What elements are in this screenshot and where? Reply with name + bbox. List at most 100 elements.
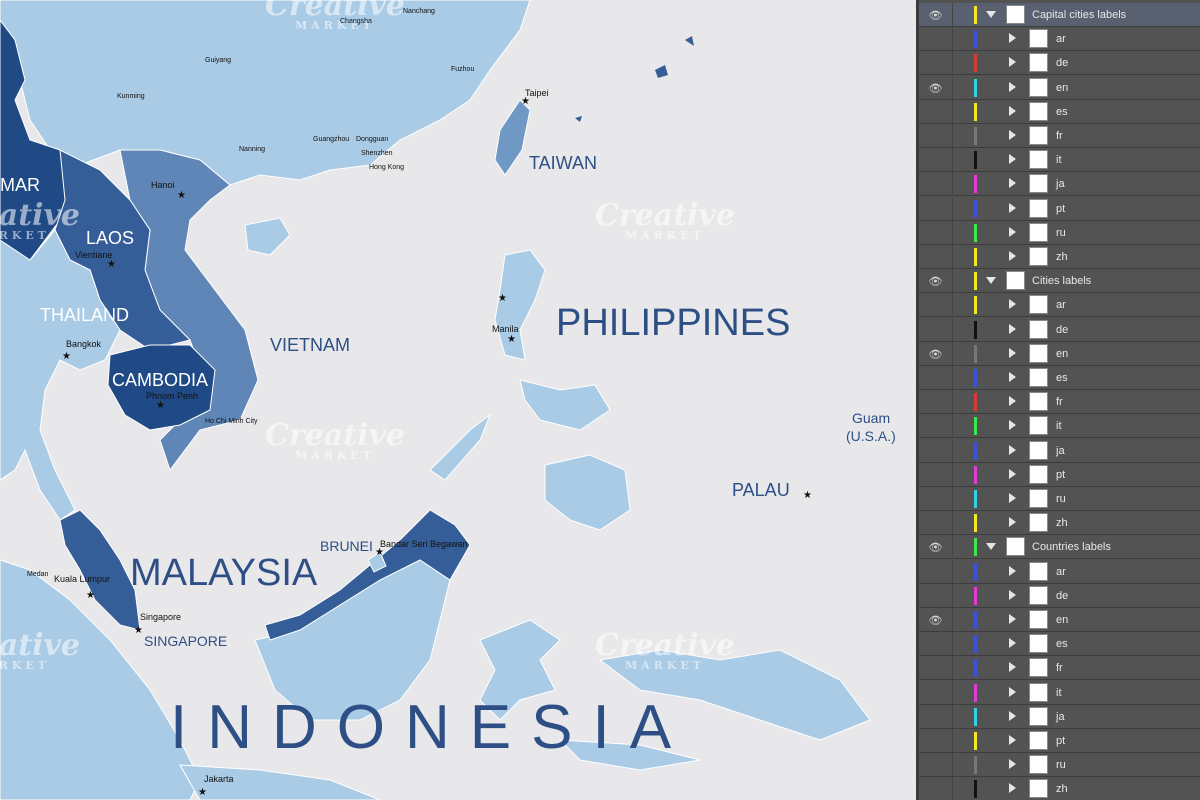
layer-group-row[interactable]: 👁 Countries labels [919, 535, 1200, 560]
chevron-right-icon[interactable] [1009, 226, 1016, 237]
layer-row[interactable]: fr [919, 390, 1200, 415]
layer-row[interactable]: 👁 en [919, 341, 1200, 366]
layer-row[interactable]: es [919, 99, 1200, 124]
chevron-right-icon[interactable] [1009, 468, 1016, 479]
layer-row[interactable]: zh [919, 777, 1200, 800]
visibility-toggle[interactable] [919, 99, 953, 124]
layer-row[interactable]: de [919, 583, 1200, 608]
layer-group-row[interactable]: 👁 Capital cities labels [919, 3, 1200, 27]
visibility-toggle[interactable]: 👁 [919, 341, 953, 366]
visibility-toggle[interactable] [919, 462, 953, 487]
chevron-right-icon[interactable] [1009, 396, 1016, 407]
visibility-toggle[interactable] [919, 414, 953, 439]
layer-row[interactable]: ar [919, 293, 1200, 318]
visibility-toggle[interactable]: 👁 [919, 75, 953, 100]
chevron-right-icon[interactable] [1009, 444, 1016, 455]
layer-row[interactable]: it [919, 414, 1200, 439]
chevron-right-icon[interactable] [1009, 251, 1016, 261]
layer-row[interactable]: zh [919, 245, 1200, 269]
chevron-right-icon[interactable] [1009, 783, 1016, 794]
layer-row[interactable]: pt [919, 729, 1200, 753]
chevron-right-icon[interactable] [1009, 735, 1016, 745]
chevron-right-icon[interactable] [1009, 130, 1016, 140]
visibility-toggle[interactable] [919, 559, 953, 584]
visibility-toggle[interactable] [919, 511, 953, 536]
chevron-down-icon[interactable] [986, 11, 996, 18]
visibility-toggle[interactable] [919, 317, 953, 342]
visibility-toggle[interactable] [919, 366, 953, 390]
chevron-right-icon[interactable] [1009, 517, 1016, 528]
chevron-right-icon[interactable] [1009, 57, 1016, 68]
layers-panel[interactable]: 👁 Capital cities labels ar de 👁 en es fr it ja pt r… [916, 0, 1200, 800]
layer-row[interactable]: 👁 en [919, 608, 1200, 632]
chevron-right-icon[interactable] [1009, 105, 1016, 116]
layer-row[interactable]: pt [919, 196, 1200, 221]
layer-row[interactable]: 👁 en [919, 75, 1200, 100]
chevron-right-icon[interactable] [1009, 493, 1016, 503]
visibility-toggle[interactable]: 👁 [919, 269, 953, 294]
layer-row[interactable]: fr [919, 124, 1200, 148]
visibility-toggle[interactable] [919, 148, 953, 173]
visibility-toggle[interactable] [919, 196, 953, 221]
visibility-toggle[interactable] [919, 245, 953, 269]
layer-row[interactable]: ar [919, 559, 1200, 584]
chevron-right-icon[interactable] [1009, 638, 1016, 649]
chevron-right-icon[interactable] [1009, 178, 1016, 189]
visibility-toggle[interactable] [919, 487, 953, 511]
visibility-toggle[interactable] [919, 438, 953, 463]
visibility-toggle[interactable] [919, 390, 953, 415]
chevron-right-icon[interactable] [1009, 154, 1016, 165]
layer-row[interactable]: de [919, 51, 1200, 76]
chevron-right-icon[interactable] [1009, 686, 1016, 697]
visibility-toggle[interactable]: 👁 [919, 608, 953, 632]
visibility-toggle[interactable]: 👁 [919, 535, 953, 560]
chevron-right-icon[interactable] [1009, 614, 1016, 624]
visibility-toggle[interactable] [919, 293, 953, 318]
chevron-right-icon[interactable] [1009, 420, 1016, 431]
layer-row[interactable]: ru [919, 487, 1200, 511]
visibility-toggle[interactable] [919, 704, 953, 729]
chevron-right-icon[interactable] [1009, 202, 1016, 213]
visibility-toggle[interactable] [919, 680, 953, 705]
map-canvas[interactable]: Creative MARKET Creative MARKET Creative MA… [0, 0, 916, 800]
chevron-right-icon[interactable] [1009, 81, 1016, 92]
visibility-toggle[interactable] [919, 124, 953, 148]
layer-row[interactable]: ru [919, 753, 1200, 778]
layer-row[interactable]: it [919, 680, 1200, 705]
visibility-toggle[interactable] [919, 51, 953, 76]
visibility-toggle[interactable] [919, 172, 953, 197]
visibility-toggle[interactable] [919, 656, 953, 681]
visibility-toggle[interactable]: 👁 [919, 3, 953, 27]
layer-row[interactable]: fr [919, 656, 1200, 681]
layer-row[interactable]: ru [919, 220, 1200, 245]
layer-row[interactable]: es [919, 366, 1200, 390]
layer-group-row[interactable]: 👁 Cities labels [919, 269, 1200, 294]
layer-row[interactable]: zh [919, 511, 1200, 536]
visibility-toggle[interactable] [919, 220, 953, 245]
layer-row[interactable]: de [919, 317, 1200, 342]
visibility-toggle[interactable] [919, 753, 953, 778]
chevron-right-icon[interactable] [1009, 662, 1016, 673]
visibility-toggle[interactable] [919, 583, 953, 608]
layer-row[interactable]: ja [919, 172, 1200, 197]
layer-row[interactable]: ja [919, 438, 1200, 463]
chevron-right-icon[interactable] [1009, 565, 1016, 576]
layer-row[interactable]: ja [919, 704, 1200, 729]
chevron-right-icon[interactable] [1009, 589, 1016, 600]
chevron-right-icon[interactable] [1009, 759, 1016, 770]
layer-row[interactable]: es [919, 632, 1200, 657]
visibility-toggle[interactable] [919, 27, 953, 52]
chevron-right-icon[interactable] [1009, 299, 1016, 310]
layer-row[interactable]: pt [919, 462, 1200, 487]
chevron-right-icon[interactable] [1009, 710, 1016, 721]
visibility-toggle[interactable] [919, 777, 953, 800]
visibility-toggle[interactable] [919, 632, 953, 657]
layer-row[interactable]: it [919, 148, 1200, 173]
chevron-right-icon[interactable] [1009, 372, 1016, 382]
chevron-right-icon[interactable] [1009, 323, 1016, 334]
chevron-down-icon[interactable] [986, 543, 996, 551]
chevron-down-icon[interactable] [986, 277, 996, 285]
visibility-toggle[interactable] [919, 729, 953, 753]
chevron-right-icon[interactable] [1009, 33, 1016, 44]
layer-row[interactable]: ar [919, 27, 1200, 52]
